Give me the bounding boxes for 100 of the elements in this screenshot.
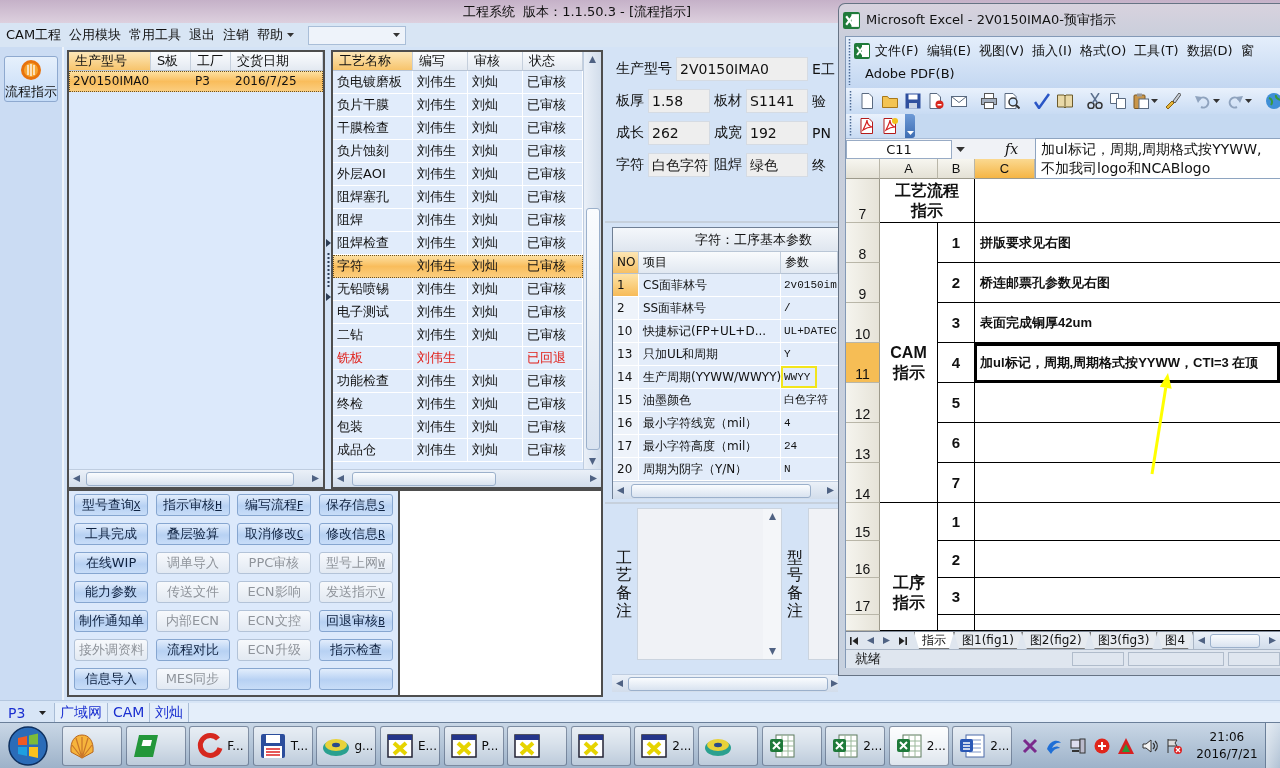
action-button[interactable]: 回退审核B — [318, 610, 393, 632]
caret-down-icon[interactable] — [956, 146, 965, 152]
taskbar-button[interactable] — [507, 725, 568, 766]
action-button[interactable]: 取消修改C — [237, 523, 311, 545]
sheet-tab[interactable]: 图2(fig2) — [1021, 632, 1090, 649]
table-row[interactable]: 阻焊塞孔 刘伟生 刘灿 已审核 — [333, 186, 583, 209]
table-row[interactable]: 功能检查 刘伟生 刘灿 已审核 — [333, 370, 583, 393]
input-field[interactable]: 2V0150IMA0 — [676, 57, 808, 81]
pdf-page-icon[interactable] — [859, 118, 875, 134]
arrow-up-icon[interactable] — [589, 56, 596, 63]
menu-item[interactable]: Adobe PDF(B) — [861, 66, 959, 81]
menu-item[interactable]: 窗 — [1236, 41, 1258, 60]
skip-last-icon[interactable] — [899, 636, 907, 645]
computer-icon[interactable] — [1069, 737, 1086, 754]
input-field[interactable]: 262 — [648, 121, 710, 145]
arrow-left-icon[interactable] — [867, 637, 874, 644]
page-badge-icon[interactable] — [928, 93, 944, 109]
envelope-icon[interactable] — [951, 93, 967, 109]
table-row[interactable]: 包装 刘伟生 刘灿 已审核 — [333, 416, 583, 439]
row-header[interactable]: 15 — [846, 503, 880, 541]
menu-item[interactable]: 工具(T) — [1130, 41, 1183, 60]
scrollbar-thumb[interactable] — [631, 483, 811, 498]
arrow-right-icon[interactable] — [827, 487, 834, 494]
table-row[interactable]: 2V0150IMA0 P3 2016/7/25 — [69, 71, 323, 92]
magnifier-page-icon[interactable] — [1004, 93, 1020, 109]
scissors-icon[interactable] — [1087, 93, 1103, 109]
caret-down-icon[interactable] — [1245, 99, 1252, 103]
input-field[interactable]: 192 — [746, 121, 808, 145]
row-header[interactable]: 12 — [846, 383, 880, 423]
menu-item[interactable]: 公用模块 — [65, 24, 126, 46]
table-row[interactable]: 负片蚀刻 刘伟生 刘灿 已审核 — [333, 140, 583, 163]
table-cell[interactable]: 拼版要求见右图 — [975, 223, 1280, 263]
column-header[interactable]: 参数 — [781, 252, 838, 274]
column-header[interactable]: 审核 — [468, 52, 523, 71]
taskbar-button[interactable]: 2... — [888, 725, 949, 766]
scrollbar-thumb[interactable] — [352, 471, 496, 486]
arrow-left-icon[interactable] — [337, 475, 344, 482]
action-button[interactable]: 能力参数 — [74, 581, 148, 603]
sheet-tab[interactable]: 图3(fig3) — [1089, 632, 1158, 649]
column-header[interactable]: C — [975, 159, 1035, 179]
menu-item[interactable]: 格式(O) — [1076, 41, 1131, 60]
formula-field[interactable]: 加ul标记，周期,周期格式按YYWW, 不加我司logo和NCABlogo — [1035, 138, 1280, 179]
name-box[interactable]: C11 — [846, 139, 952, 159]
caret-down-icon[interactable] — [1151, 99, 1158, 103]
action-button[interactable]: 型号查询X — [74, 494, 148, 516]
arrow-right-icon[interactable] — [325, 292, 331, 301]
arrow-left-icon[interactable] — [73, 475, 80, 482]
horizontal-scrollbar[interactable] — [612, 674, 838, 692]
menu-item[interactable]: 注销 — [219, 24, 254, 46]
taskbar-button[interactable]: E... — [379, 725, 440, 766]
column-header[interactable]: 编写 — [413, 52, 468, 71]
column-header[interactable]: 生产型号 — [69, 52, 151, 71]
taskbar-button[interactable] — [761, 725, 822, 766]
menu-item[interactable]: 帮助 — [253, 24, 288, 46]
sheet-tab[interactable]: 图1(fig1) — [954, 632, 1022, 649]
scrollbar-thumb[interactable] — [628, 676, 828, 691]
arrow-down-icon[interactable] — [768, 648, 776, 655]
plant-dropdown[interactable]: P3 — [0, 703, 54, 722]
column-header[interactable]: 交货日期 — [231, 52, 323, 71]
row-header[interactable]: 11 — [846, 343, 880, 383]
menu-item[interactable]: 视图(V) — [975, 41, 1029, 60]
arrow-left-icon[interactable] — [617, 487, 624, 494]
row-header[interactable]: 13 — [846, 423, 880, 463]
printer-icon[interactable] — [981, 93, 997, 109]
clipboard-icon[interactable] — [1133, 93, 1149, 109]
grip-icon[interactable] — [326, 252, 330, 287]
clock-time[interactable]: 21:06 — [1209, 728, 1245, 746]
sheet-tab[interactable]: 指示 — [914, 632, 954, 649]
table-row[interactable]: 字符 刘伟生 刘灿 已审核 — [333, 255, 583, 278]
x-mark-icon[interactable] — [1021, 737, 1038, 754]
globe-icon[interactable] — [1266, 93, 1280, 109]
speaker-icon[interactable] — [1141, 737, 1158, 754]
copy-icon[interactable] — [1110, 93, 1126, 109]
book-icon[interactable] — [1057, 93, 1073, 109]
arrow-right-icon[interactable] — [883, 637, 890, 644]
action-button[interactable]: 叠层验算 — [155, 523, 230, 545]
column-header[interactable]: A — [880, 159, 938, 179]
clock-date[interactable]: 2016/7/21 — [1196, 745, 1258, 763]
row-header[interactable]: 9 — [846, 263, 880, 303]
taskbar-button[interactable]: T... — [252, 725, 313, 766]
arrow-right-icon[interactable] — [590, 475, 597, 482]
taskbar-button[interactable]: P... — [443, 725, 504, 766]
scrollbar-thumb[interactable] — [585, 208, 600, 450]
blank-page-icon[interactable] — [859, 93, 875, 109]
folder-icon[interactable] — [882, 93, 898, 109]
table-row[interactable]: 干膜检查 刘伟生 刘灿 已审核 — [333, 117, 583, 140]
action-button[interactable]: 编写流程F — [237, 494, 311, 516]
plus-circle-icon[interactable] — [1093, 737, 1110, 754]
menu-item[interactable]: 编辑(E) — [922, 41, 975, 60]
menu-item[interactable]: CAM工程 — [2, 24, 66, 46]
action-button[interactable]: 指示审核H — [155, 494, 230, 516]
action-button[interactable]: 信息导入 — [74, 668, 148, 690]
action-button[interactable]: 修改信息R — [318, 523, 393, 545]
arrow-right-icon[interactable] — [325, 238, 331, 247]
column-header[interactable]: NO — [613, 252, 639, 274]
grip-icon[interactable] — [848, 39, 851, 85]
menu-item[interactable]: 常用工具 — [125, 24, 186, 46]
menu-item[interactable]: 插入(I) — [1028, 41, 1076, 60]
action-button[interactable]: 工具完成 — [74, 523, 148, 545]
action-button[interactable]: 指示检查 — [318, 639, 393, 661]
